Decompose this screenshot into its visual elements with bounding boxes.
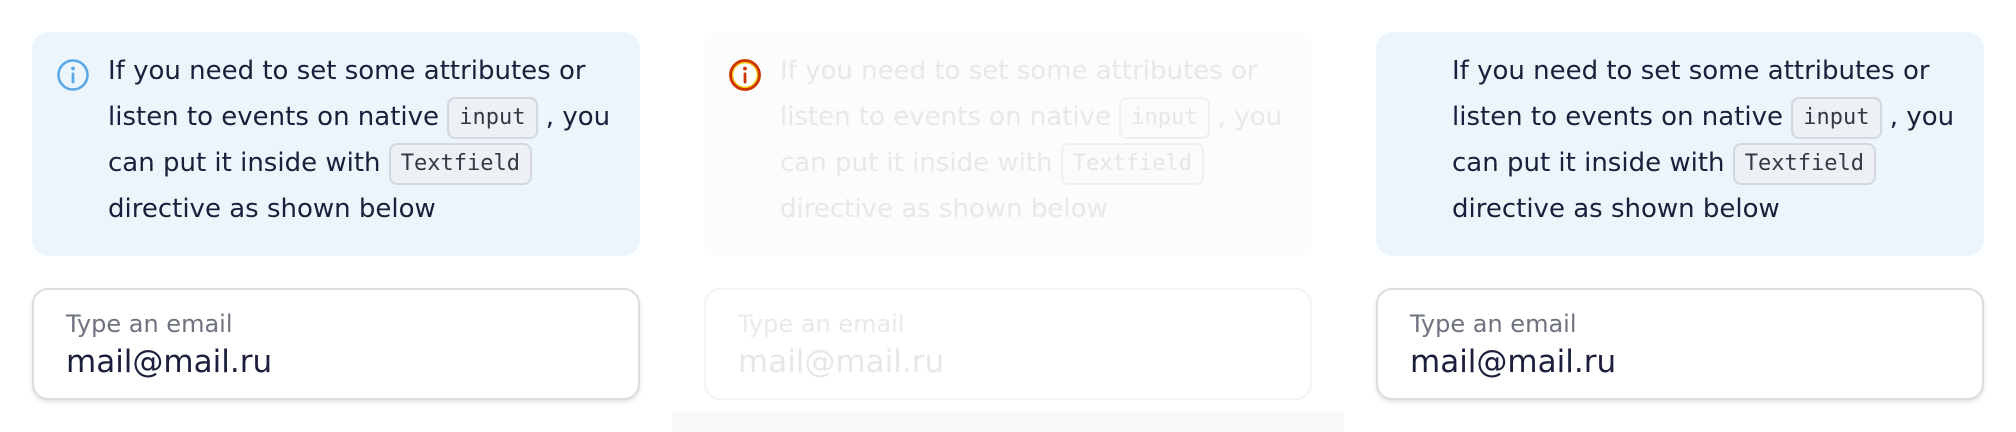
- code-input: input: [1119, 97, 1210, 139]
- info-icon: [57, 59, 89, 91]
- demo-panel-default: If you need to set some attributes or li…: [0, 0, 672, 432]
- code-textfield: Textfield: [1060, 143, 1204, 185]
- notice-box: If you need to set some attributes or li…: [1376, 32, 1984, 256]
- notice-text-after: directive as shown below: [1452, 194, 1780, 224]
- email-field-label: Type an email: [1410, 310, 1577, 338]
- code-input: input: [1791, 97, 1882, 139]
- notice-text: If you need to set some attributes or li…: [108, 48, 628, 232]
- code-input: input: [447, 97, 538, 139]
- email-input[interactable]: [1410, 344, 1950, 380]
- email-input[interactable]: [66, 344, 606, 380]
- code-textfield: Textfield: [1732, 143, 1876, 185]
- notice-text-after: directive as shown below: [108, 194, 436, 224]
- panel-divider-shadow: [672, 412, 1344, 432]
- email-input-disabled: [738, 344, 1278, 380]
- demo-panel-no-icon: If you need to set some attributes or li…: [1344, 0, 2016, 432]
- email-field-disabled: Type an email: [704, 288, 1312, 400]
- email-field-label: Type an email: [738, 310, 905, 338]
- email-field[interactable]: Type an email: [1376, 288, 1984, 400]
- demo-stage: If you need to set some attributes or li…: [0, 0, 2016, 432]
- info-icon: [729, 59, 761, 91]
- notice-box: If you need to set some attributes or li…: [704, 32, 1312, 256]
- notice-text-after: directive as shown below: [780, 194, 1108, 224]
- notice-text: If you need to set some attributes or li…: [1452, 48, 1972, 232]
- notice-box: If you need to set some attributes or li…: [32, 32, 640, 256]
- notice-text: If you need to set some attributes or li…: [780, 48, 1300, 232]
- code-textfield: Textfield: [388, 143, 532, 185]
- email-field[interactable]: Type an email: [32, 288, 640, 400]
- email-field-label: Type an email: [66, 310, 233, 338]
- demo-panel-disabled: If you need to set some attributes or li…: [672, 0, 1344, 432]
